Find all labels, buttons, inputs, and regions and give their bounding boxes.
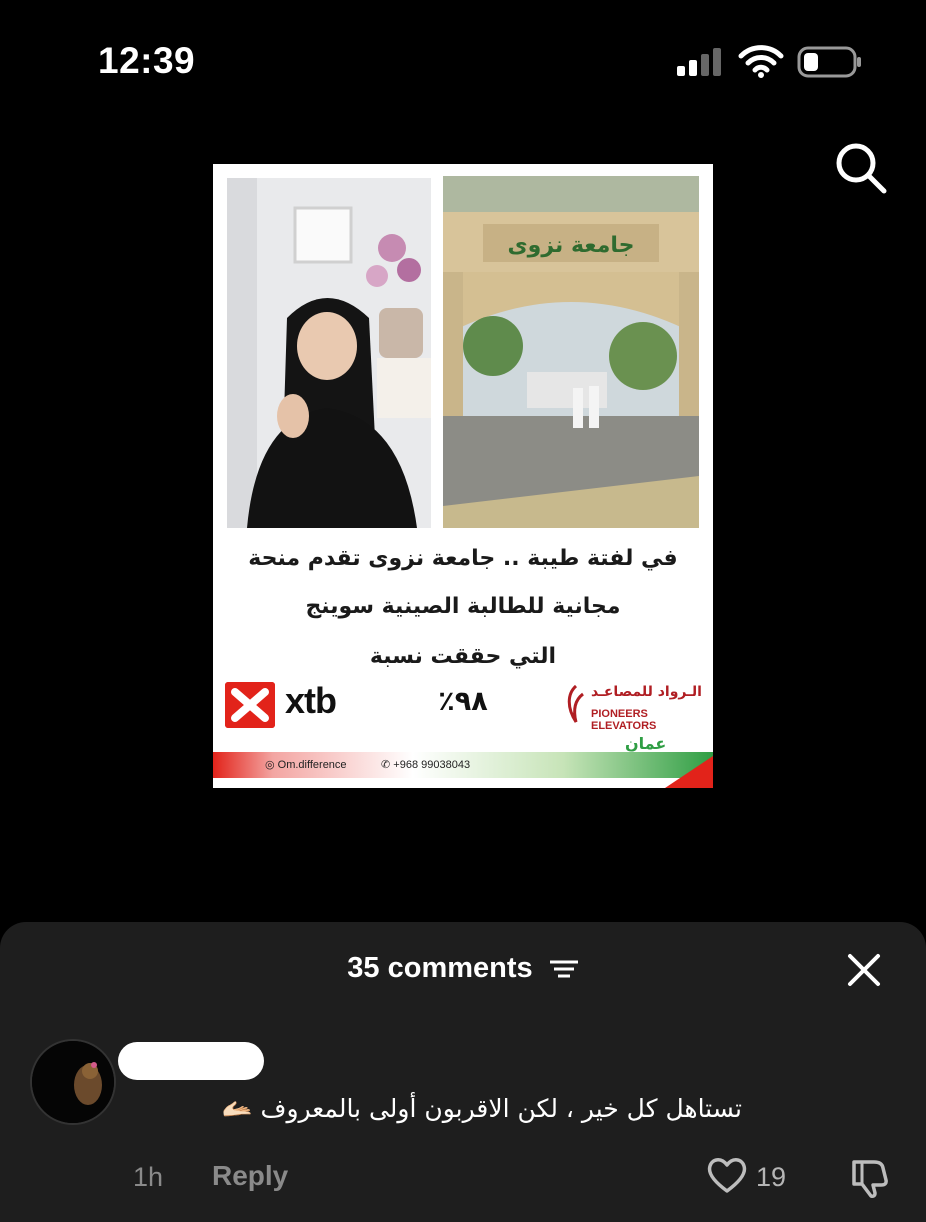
student-photo (227, 178, 431, 528)
wifi-icon (738, 45, 784, 78)
headline-line-1: في لفتة طيبة .. جامعة نزوى تقدم منحة (248, 546, 678, 571)
avatar[interactable] (30, 1039, 116, 1125)
reply-button[interactable]: Reply (212, 1160, 288, 1192)
xtb-logo-icon (225, 682, 275, 728)
pioneers-english-name: PIONEERS ELEVATORS (591, 708, 657, 732)
thumbs-down-icon[interactable] (848, 1156, 892, 1198)
whatsapp-icon: ✆ (381, 759, 394, 771)
comments-sheet: 35 comments تستاهل كل خير ، لكن الاقربون… (0, 922, 926, 1222)
sort-lines-icon[interactable] (549, 959, 579, 979)
comments-count: 35 comments (347, 952, 533, 984)
footer-instagram: ◎ Om.difference (265, 758, 347, 771)
username-redacted[interactable] (118, 1042, 264, 1080)
comment-text: تستاهل كل خير ، لكن الاقربون أولى بالمعر… (221, 1094, 742, 1123)
footer-whatsapp: ✆ +968 99038043 (381, 758, 470, 771)
like-count: 19 (756, 1162, 787, 1192)
comments-header: 35 comments (0, 952, 926, 985)
xtb-wordmark: xtb (285, 680, 337, 721)
post-image-card[interactable]: جامعة نزوى في لفتة طيبة .. جامعة نزوى تق… (213, 164, 713, 788)
pioneers-arabic-name: الـرواد للمصاعـد (591, 684, 702, 700)
status-time: 12:39 (98, 40, 196, 81)
battery-low-icon (797, 46, 861, 78)
cellular-signal-icon (677, 48, 721, 76)
instagram-icon: ◎ (265, 759, 278, 771)
headline-line-2: مجانية للطالبة الصينية سوينج (305, 594, 621, 619)
score-percent: ٩٨٪ (438, 686, 488, 717)
whatsapp-number: +968 99038043 (393, 759, 471, 771)
svg-text:جامعة نزوى: جامعة نزوى (508, 233, 635, 258)
instagram-handle: Om.difference (277, 759, 347, 771)
university-gate-photo: جامعة نزوى (443, 176, 699, 528)
close-icon[interactable] (846, 952, 882, 988)
search-icon[interactable] (832, 140, 890, 196)
heart-icon[interactable] (706, 1156, 748, 1194)
comment-time: 1h (133, 1162, 164, 1192)
oman-logo: عمان (625, 734, 667, 753)
pioneers-logo-icon (567, 684, 584, 723)
headline-line-3: التي حققت نسبة (369, 644, 557, 669)
